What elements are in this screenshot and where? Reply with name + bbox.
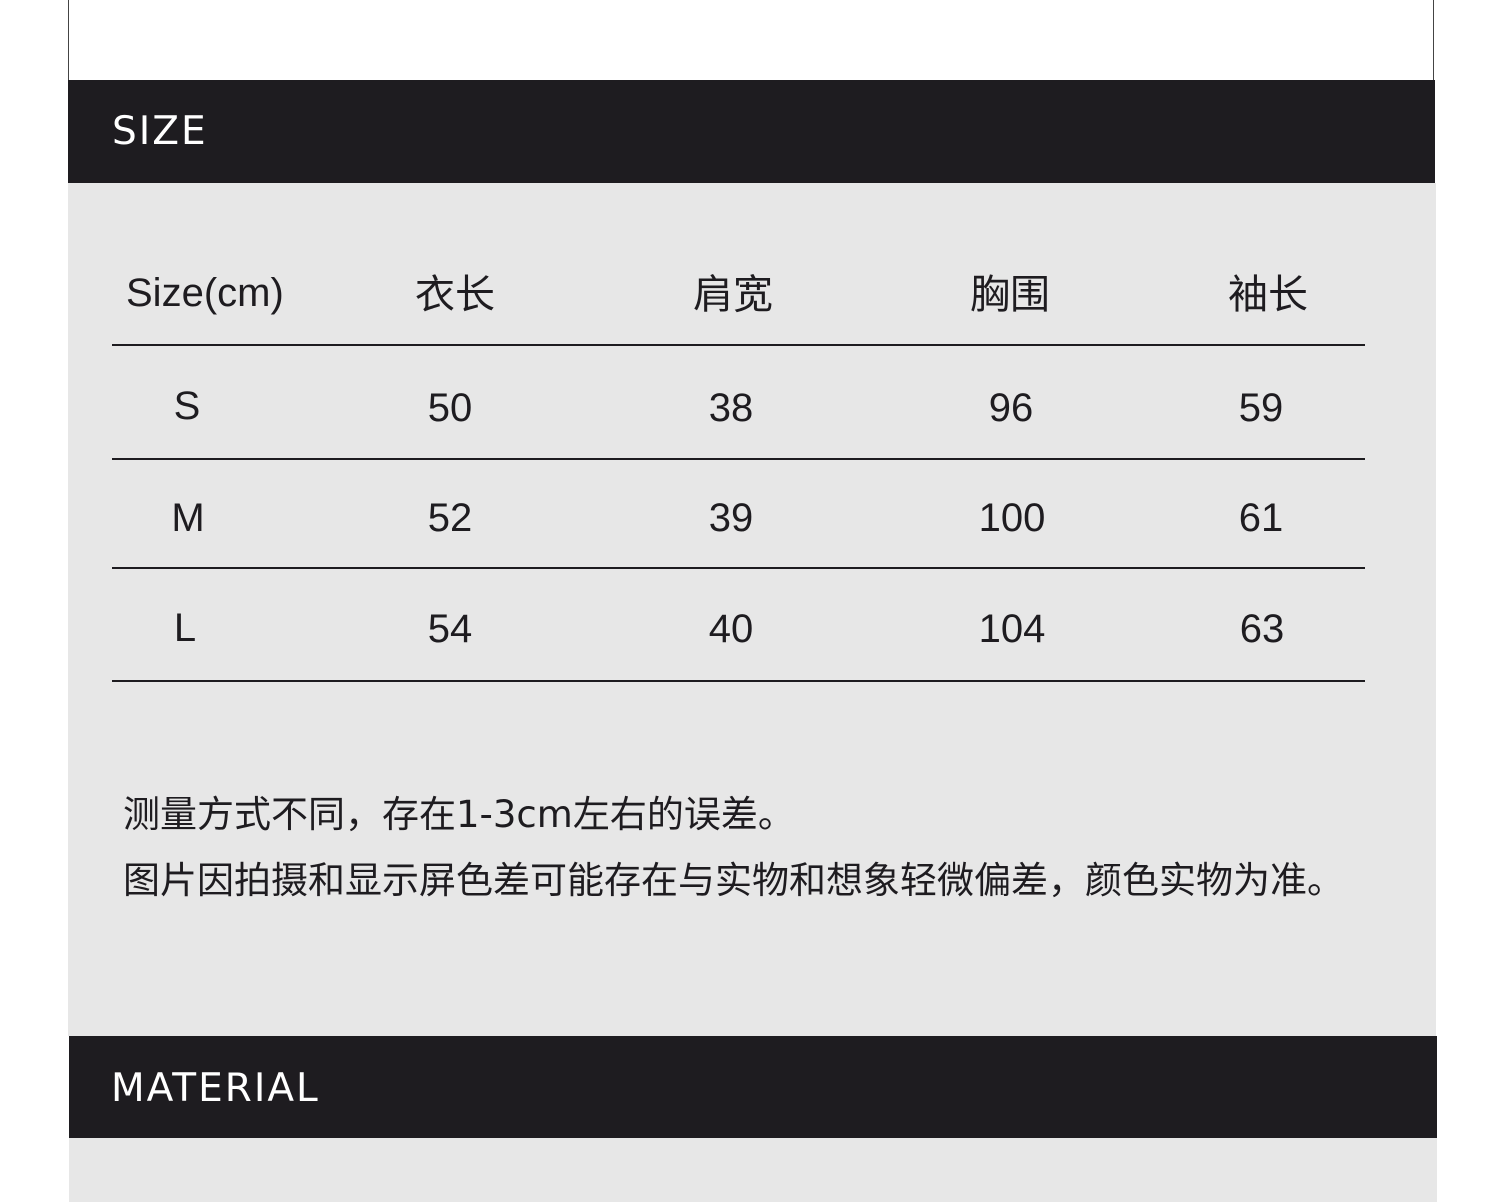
- material-header-banner: MATERIAL: [69, 1036, 1437, 1138]
- color-note: 图片因拍摄和显示屏色差可能存在与实物和想象轻微偏差，颜色实物为准。: [123, 859, 1344, 902]
- row-m-length: 52: [427, 496, 473, 540]
- table-rule-header: [112, 344, 1365, 346]
- material-section-title: MATERIAL: [111, 1066, 320, 1111]
- size-section-title: SIZE: [112, 109, 208, 154]
- row-m-sleeve: 61: [1238, 496, 1284, 540]
- table-rule-bottom: [112, 680, 1365, 682]
- row-l-length: 54: [427, 607, 473, 651]
- row-s-shoulder: 38: [708, 386, 754, 430]
- header-chest: 胸围: [970, 273, 1050, 317]
- table-rule-row-2: [112, 567, 1365, 569]
- row-m-chest: 100: [978, 496, 1046, 540]
- header-sleeve: 袖长: [1228, 273, 1308, 317]
- measurement-note: 测量方式不同，存在1-3cm左右的误差。: [123, 793, 795, 836]
- row-s-sleeve: 59: [1238, 386, 1284, 430]
- row-l-sleeve: 63: [1239, 607, 1285, 651]
- header-shoulder: 肩宽: [693, 273, 773, 317]
- row-s-chest: 96: [988, 386, 1034, 430]
- row-l-shoulder: 40: [708, 607, 754, 651]
- size-header-banner: SIZE: [68, 80, 1435, 183]
- table-rule-row-1: [112, 458, 1365, 460]
- row-s-length: 50: [427, 386, 473, 430]
- row-m-shoulder: 39: [708, 496, 754, 540]
- material-panel: [69, 1138, 1437, 1202]
- top-white-area: [68, 0, 1434, 80]
- row-l-size: L: [173, 606, 197, 650]
- row-s-size: S: [173, 384, 201, 428]
- row-l-chest: 104: [978, 607, 1046, 651]
- header-length: 衣长: [415, 273, 495, 317]
- header-size-unit: Size(cm): [126, 271, 284, 315]
- row-m-size: M: [171, 496, 205, 540]
